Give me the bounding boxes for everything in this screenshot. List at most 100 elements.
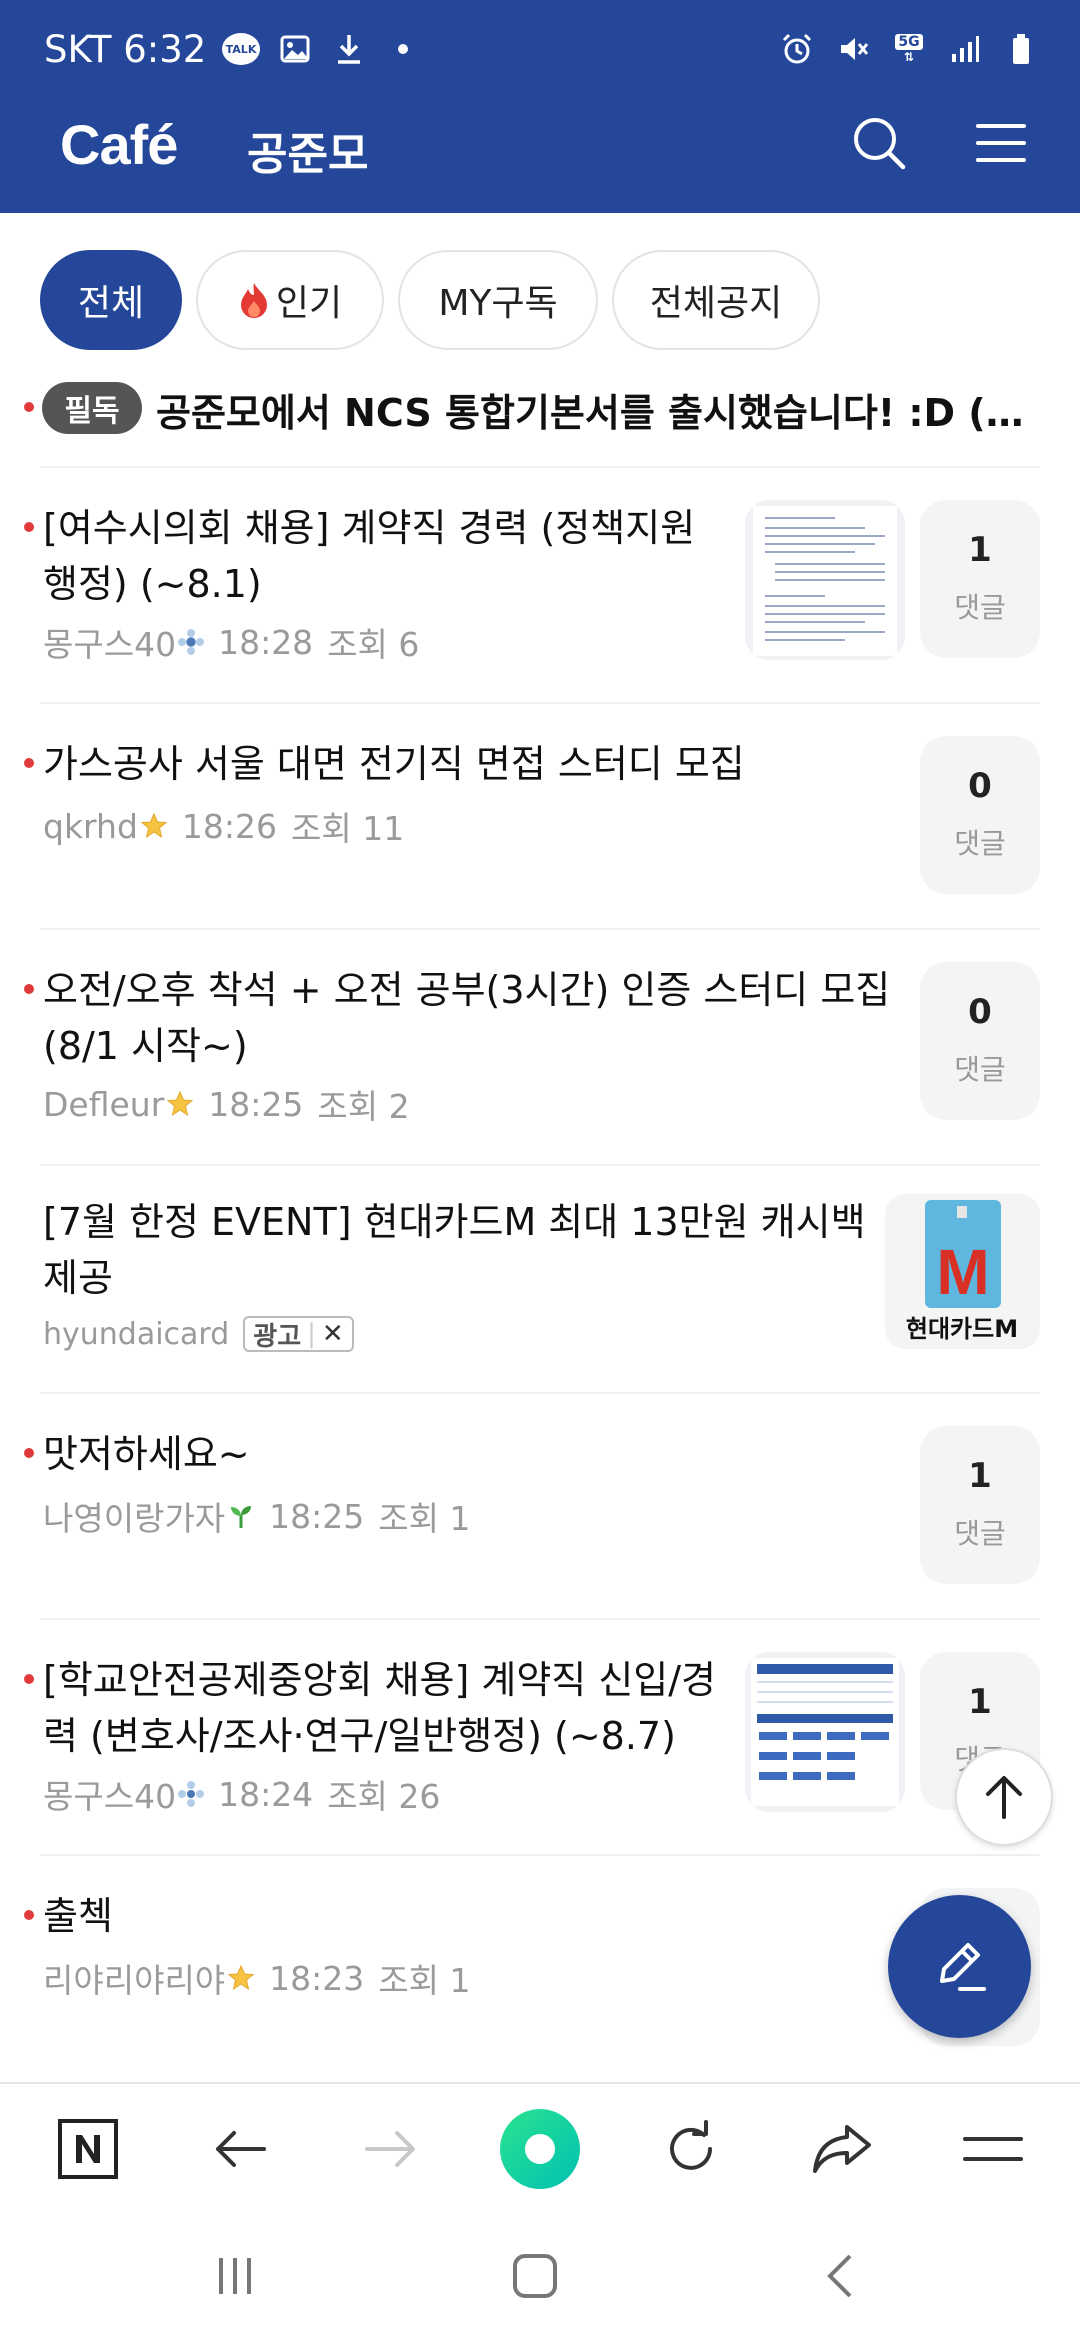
- view-count: 조회 1: [378, 1961, 471, 2000]
- download-icon: [330, 30, 368, 68]
- home-icon[interactable]: [490, 2236, 580, 2316]
- new-dot: [24, 402, 34, 412]
- view-count: 조회 6: [327, 625, 420, 664]
- comment-count-box[interactable]: 1 댓글: [920, 1426, 1040, 1584]
- post-title: 가스공사 서울 대면 전기직 면접 스터디 모집: [43, 742, 745, 786]
- post-time: 18:28: [218, 622, 314, 662]
- recent-apps-icon[interactable]: [190, 2236, 280, 2316]
- battery-icon: [1002, 30, 1040, 68]
- view-count: 조회 11: [291, 809, 405, 848]
- advertiser-name: hyundaicard: [43, 1316, 230, 1352]
- browser-menu-icon[interactable]: [948, 2104, 1038, 2194]
- list-item[interactable]: 맛저하세요~ 나영이랑가자 18:25 조회 1 1 댓글: [0, 1392, 1080, 1618]
- post-meta: qkrhd 18:26 조회 11: [43, 802, 404, 850]
- list-item[interactable]: [학교안전공제중앙회 채용] 계약직 신입/경력 (변호사/조사·연구/일반행정…: [0, 1618, 1080, 1854]
- author-name: Defleur: [43, 1084, 165, 1124]
- list-item[interactable]: [여수시의회 채용] 계약직 경력 (정책지원 행정) (~8.1) 몽구스40…: [0, 466, 1080, 702]
- post-time: 18:23: [269, 1958, 365, 1998]
- browser-toolbar: [0, 2082, 1080, 2212]
- post-time: 18:26: [181, 806, 278, 846]
- tab-all-notices[interactable]: 전체공지: [612, 250, 820, 350]
- post-meta: hyundaicard 광고 | ✕: [43, 1316, 354, 1352]
- back-icon[interactable]: [795, 2236, 885, 2316]
- list-item[interactable]: 오전/오후 착석 + 오전 공부(3시간) 인증 스터디 모집 (8/1 시작~…: [0, 928, 1080, 1164]
- post-meta: Defleur 18:25 조회 2: [43, 1080, 410, 1128]
- status-bar: SKT 6:32 TALK 5G ⇅: [0, 0, 1080, 95]
- new-dot: [24, 1448, 34, 1458]
- search-icon[interactable]: [844, 108, 914, 178]
- svg-text:M: M: [936, 1236, 989, 1308]
- image-icon: [276, 30, 314, 68]
- post-title: 출첵: [43, 1894, 113, 1938]
- menu-icon[interactable]: [966, 108, 1036, 178]
- notification-icons: TALK: [222, 30, 422, 68]
- author-name: qkrhd: [43, 806, 138, 846]
- post-meta: 리야리야리야 18:23 조회 1: [43, 1954, 471, 2002]
- view-count: 조회 1: [378, 1499, 471, 1538]
- post-title: [여수시의회 채용] 계약직 경력 (정책지원 행정) (~8.1): [43, 506, 696, 606]
- app-header: SKT 6:32 TALK 5G ⇅ Café 공준모: [0, 0, 1080, 213]
- star-icon: [166, 1090, 194, 1118]
- card-ad-thumb: M 현대카드M: [885, 1194, 1040, 1349]
- scroll-top-icon[interactable]: [955, 1748, 1053, 1846]
- alarm-icon: [778, 30, 816, 68]
- must-read-badge: 필독: [42, 382, 142, 434]
- ad-close-icon[interactable]: ✕: [322, 1319, 344, 1349]
- star-icon: [227, 1964, 255, 1992]
- grade-flower-icon: [178, 1781, 205, 1807]
- list-item[interactable]: 가스공사 서울 대면 전기직 면접 스터디 모집 qkrhd 18:26 조회 …: [0, 702, 1080, 928]
- star-icon: [140, 812, 168, 840]
- cafe-title[interactable]: 공준모: [247, 118, 368, 182]
- post-title: [학교안전공제중앙회 채용] 계약직 신입/경력 (변호사/조사·연구/일반행정…: [43, 1658, 717, 1758]
- comment-count-box[interactable]: 0 댓글: [920, 962, 1040, 1120]
- home-green-icon[interactable]: [497, 2106, 583, 2192]
- author-name: 나영이랑가자: [43, 1499, 226, 1538]
- comment-count-box[interactable]: 1 댓글: [920, 500, 1040, 658]
- tab-popular[interactable]: 인기: [196, 250, 384, 350]
- document-thumb: [745, 500, 905, 660]
- signal-icon: [946, 30, 984, 68]
- notice-title: 공준모에서 NCS 통합기본서를 출시했습니다! :D (10...: [156, 391, 1036, 435]
- author-name: 몽구스40: [43, 625, 177, 664]
- tab-my-subscription[interactable]: MY구독: [398, 250, 598, 350]
- write-icon[interactable]: [888, 1895, 1031, 2038]
- new-dot: [24, 984, 34, 994]
- post-meta: 나영이랑가자 18:25 조회 1: [43, 1492, 471, 1540]
- sprout-icon: [227, 1502, 255, 1530]
- forward-arrow-icon: [346, 2104, 436, 2194]
- system-nav-bar: [0, 2212, 1080, 2340]
- status-time: SKT 6:32: [44, 28, 207, 71]
- fire-icon: [238, 281, 270, 319]
- tab-all[interactable]: 전체: [40, 250, 182, 350]
- naver-icon[interactable]: [43, 2104, 133, 2194]
- new-dot: [24, 522, 34, 532]
- comment-count-box[interactable]: 0 댓글: [920, 736, 1040, 894]
- post-time: 18:25: [208, 1084, 304, 1124]
- mute-icon: [834, 30, 872, 68]
- author-name: 몽구스40: [43, 1777, 177, 1816]
- cafe-logo[interactable]: Café: [60, 112, 178, 177]
- view-count: 조회 26: [327, 1777, 441, 1816]
- table-thumb: [745, 1652, 905, 1812]
- refresh-icon[interactable]: [646, 2104, 736, 2194]
- notice-item[interactable]: 필독 공준모에서 NCS 통합기본서를 출시했습니다! :D (10...: [0, 372, 1080, 468]
- grade-flower-icon: [178, 629, 205, 655]
- post-title: 맛저하세요~: [43, 1432, 250, 1476]
- post-time: 18:25: [269, 1496, 365, 1536]
- 5g-icon: 5G ⇅: [890, 30, 928, 68]
- author-name: 리야리야리야: [43, 1961, 226, 2000]
- ad-item[interactable]: [7월 한정 EVENT] 현대카드M 최대 13만원 캐시백 제공 hyund…: [0, 1164, 1080, 1392]
- dot-icon: [384, 30, 422, 68]
- filter-tabs: 전체 인기 MY구독 전체공지: [40, 250, 820, 350]
- svg-text:현대카드M: 현대카드M: [906, 1315, 1018, 1343]
- post-meta: 몽구스40 18:28 조회 6: [43, 618, 419, 666]
- post-time: 18:24: [218, 1774, 314, 1814]
- post-title: [7월 한정 EVENT] 현대카드M 최대 13만원 캐시백 제공: [43, 1200, 866, 1300]
- back-arrow-icon[interactable]: [195, 2104, 285, 2194]
- post-title: 오전/오후 착석 + 오전 공부(3시간) 인증 스터디 모집 (8/1 시작~…: [43, 968, 891, 1068]
- new-dot: [24, 1674, 34, 1684]
- ad-badge: 광고 | ✕: [243, 1316, 354, 1352]
- share-icon[interactable]: [797, 2104, 887, 2194]
- post-meta: 몽구스40 18:24 조회 26: [43, 1770, 440, 1818]
- talk-icon: TALK: [222, 33, 260, 65]
